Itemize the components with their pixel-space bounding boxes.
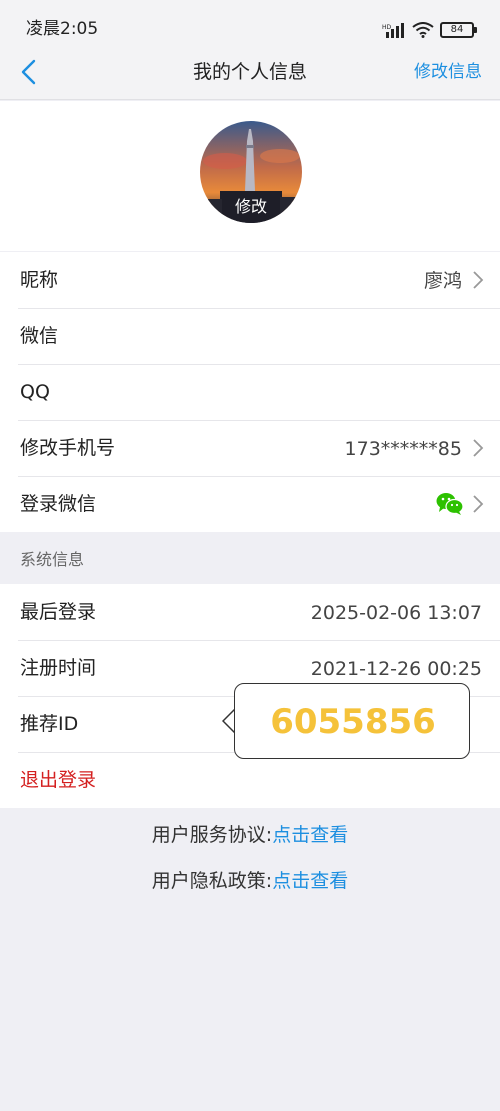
referral-id-value: 6055856 — [270, 702, 436, 742]
battery-level: 84 — [450, 24, 464, 35]
chevron-right-icon — [473, 271, 484, 289]
last-login-row: 最后登录 2025-02-06 13:07 — [0, 584, 500, 640]
edit-info-button[interactable]: 修改信息 — [414, 61, 482, 83]
service-agreement-line: 用户服务协议:点击查看 — [0, 820, 500, 866]
chevron-right-icon — [473, 495, 484, 513]
profile-list: 昵称 廖鸿 微信 QQ 修改手机号 173******85 登录微信 — [0, 252, 500, 532]
referral-id-popover: 6055856 — [234, 683, 470, 759]
service-agreement-link[interactable]: 点击查看 — [272, 824, 348, 846]
service-agreement-label: 用户服务协议: — [151, 824, 273, 846]
avatar[interactable]: 修改 — [200, 121, 302, 223]
row-label: 登录微信 — [20, 493, 97, 515]
section-title: 系统信息 — [20, 550, 85, 569]
nickname-row[interactable]: 昵称 廖鸿 — [0, 252, 500, 308]
row-label: 微信 — [20, 325, 59, 347]
navbar: 我的个人信息 修改信息 — [0, 44, 500, 100]
qq-row[interactable]: QQ — [0, 364, 500, 420]
row-label: 修改手机号 — [20, 437, 116, 459]
signal-icon: HD — [382, 23, 404, 38]
wechat-login-row[interactable]: 登录微信 — [0, 476, 500, 532]
privacy-policy-line: 用户隐私政策:点击查看 — [0, 866, 500, 912]
row-label: 昵称 — [20, 269, 59, 291]
privacy-policy-label: 用户隐私政策: — [151, 870, 273, 892]
status-icons: HD 84 — [382, 20, 477, 40]
avatar-edit-label: 修改 — [234, 197, 267, 216]
wechat-row[interactable]: 微信 — [0, 308, 500, 364]
row-label: 最后登录 — [20, 601, 97, 623]
logout-row[interactable]: 退出登录 — [0, 752, 500, 808]
row-value: 2021-12-26 00:25 — [310, 658, 482, 680]
row-label: 推荐ID — [20, 713, 79, 735]
battery-icon: 84 — [440, 22, 477, 38]
chevron-right-icon — [473, 439, 484, 457]
back-icon[interactable] — [14, 56, 46, 88]
agreement-links: 用户服务协议:点击查看 用户隐私政策:点击查看 — [0, 820, 500, 912]
phone-row[interactable]: 修改手机号 173******85 — [0, 420, 500, 476]
row-label: 注册时间 — [20, 657, 97, 679]
row-value: 173******85 — [344, 438, 462, 460]
privacy-policy-link[interactable]: 点击查看 — [272, 870, 348, 892]
wifi-icon — [412, 22, 434, 38]
logout-button[interactable]: 退出登录 — [20, 768, 96, 792]
svg-text:HD: HD — [382, 24, 392, 31]
row-value: 2025-02-06 13:07 — [310, 602, 482, 624]
row-label: QQ — [20, 381, 50, 403]
status-time: 凌晨2:05 — [26, 19, 99, 39]
row-value: 廖鸿 — [423, 270, 462, 292]
status-bar: 凌晨2:05 HD 84 — [0, 0, 500, 44]
section-header: 系统信息 — [0, 532, 500, 584]
wechat-icon — [436, 493, 464, 515]
avatar-section: 修改 — [0, 101, 500, 251]
